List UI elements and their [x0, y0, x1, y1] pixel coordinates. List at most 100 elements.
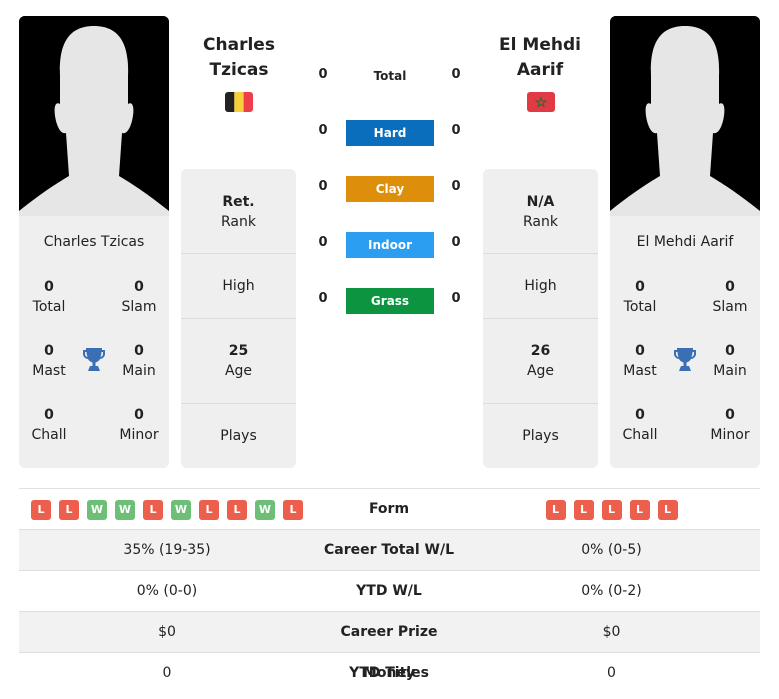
table-row: 35% (19-35) Career Total W/L 0% (0-5) [19, 530, 760, 571]
stat-value: 0 [635, 279, 645, 295]
player1-form-badges: LLWWLWLLWL [19, 489, 315, 530]
stat-label: Total [623, 299, 657, 315]
form-badge-loss: L [629, 499, 650, 520]
stat-label: Total [32, 299, 66, 315]
form-badge-loss: L [143, 499, 163, 520]
player2-name-line2: Aarif [516, 60, 564, 80]
surface-indoor[interactable]: Indoor [346, 232, 434, 258]
player2-stat-minor: 0 Minor [700, 405, 760, 445]
player1-stat-mast: 0 Mast [19, 341, 79, 381]
player2-stat-chall: 0 Chall [610, 405, 670, 445]
stat-value: 0 [134, 407, 144, 423]
stat-label: Mast [623, 363, 657, 379]
table-row: 0 YTD Titles 0 [19, 653, 760, 694]
h2h-total-label: Total [373, 69, 407, 83]
player2-value: 0% (0-2) [581, 583, 642, 599]
silhouette-icon [610, 16, 760, 216]
form-badge-loss: L [31, 499, 51, 520]
divider [483, 253, 598, 254]
form-badge-loss: L [657, 499, 678, 520]
form-badge-loss: L [227, 499, 247, 520]
player1-rank: Ret. Rank [181, 192, 296, 232]
row-label: YTD W/L [356, 583, 422, 599]
table-row: 0% (0-0) YTD W/L 0% (0-2) [19, 571, 760, 612]
stat-value: 0 [44, 407, 54, 423]
stat-label: Minor [710, 427, 750, 443]
age-label: Age [224, 363, 253, 379]
player1-value: 35% (19-35) [123, 542, 211, 558]
h2h-grass-p2: 0 [451, 291, 461, 306]
player2-plays: Plays [483, 426, 598, 446]
player2-name-line1: El Mehdi [499, 35, 581, 55]
stat-label: Main [713, 363, 747, 379]
surface-hard[interactable]: Hard [346, 120, 434, 146]
comparison-table: LLWWLWLLWL Form LLLLL 35% (19-35) Career… [19, 488, 760, 694]
trophy-icon [82, 347, 106, 373]
player1-name[interactable]: Charles Tzicas [179, 33, 299, 83]
stat-label: Main [122, 363, 156, 379]
player2-high: High [483, 276, 598, 296]
age-label: Age [526, 363, 555, 379]
stat-label: Slam [121, 299, 157, 315]
divider [483, 318, 598, 319]
form-row: LLWWLWLLWL Form LLLLL [19, 489, 760, 530]
stat-value: 0 [134, 343, 144, 359]
h2h-total-p1: 0 [318, 67, 328, 82]
player1-name-line1: Charles [203, 35, 275, 55]
h2h-clay-p2: 0 [451, 179, 461, 194]
plays-label: Plays [522, 428, 559, 444]
player1-card: Charles Tzicas 0 Total 0 Slam 0 Mast 0 M… [19, 216, 169, 468]
h2h-total-p2: 0 [451, 67, 461, 82]
divider [181, 318, 296, 319]
divider [181, 403, 296, 404]
h2h-clay-p1: 0 [318, 179, 328, 194]
rank-label: Rank [523, 214, 558, 230]
player2-form-badges: LLLLL [463, 489, 760, 530]
form-badge-loss: L [59, 499, 79, 520]
form-label: Form [368, 501, 410, 517]
player1-value: 0 [162, 665, 172, 681]
h2h-grass-p1: 0 [318, 291, 328, 306]
player1-stat-chall: 0 Chall [19, 405, 79, 445]
h2h-hard-p1: 0 [318, 123, 328, 138]
stat-value: 0 [725, 343, 735, 359]
surface-clay[interactable]: Clay [346, 176, 434, 202]
stat-value: 0 [134, 279, 144, 295]
surface-grass[interactable]: Grass [346, 288, 434, 314]
divider [181, 253, 296, 254]
stat-value: 0 [635, 343, 645, 359]
table-row: $0 Career Prize Money $0 [19, 612, 760, 681]
divider [483, 403, 598, 404]
h2h-indoor-p2: 0 [451, 235, 461, 250]
stat-value: 0 [44, 343, 54, 359]
age-value: 25 [228, 343, 249, 359]
player2-rank: N/A Rank [483, 192, 598, 232]
belgium-flag-icon [225, 92, 253, 112]
stat-label: Slam [712, 299, 748, 315]
player2-card-name: El Mehdi Aarif [636, 234, 734, 250]
stat-label: Chall [31, 427, 67, 443]
player1-name-line2: Tzicas [209, 60, 269, 80]
form-badge-win: W [87, 499, 107, 520]
form-badge-loss: L [283, 499, 303, 520]
stat-label: Chall [622, 427, 658, 443]
player2-stat-slam: 0 Slam [700, 277, 760, 317]
player2-stat-main: 0 Main [700, 341, 760, 381]
form-badge-loss: L [545, 499, 566, 520]
player2-form: LLLLL [463, 489, 760, 530]
player1-age: 25 Age [181, 341, 296, 381]
player1-value: $0 [158, 624, 176, 640]
player2-value: 0 [607, 665, 616, 681]
player1-value: 0% (0-0) [136, 583, 198, 599]
high-label: High [222, 278, 255, 294]
player2-card: El Mehdi Aarif 0 Total 0 Slam 0 Mast 0 M… [610, 216, 760, 468]
player1-stat-slam: 0 Slam [109, 277, 169, 317]
rank-value: Ret. [222, 194, 255, 210]
player1-high: High [181, 276, 296, 296]
player2-value: 0% (0-5) [581, 542, 642, 558]
trophy-icon [673, 347, 697, 373]
stat-value: 0 [725, 279, 735, 295]
player1-form: LLWWLWLLWL [19, 489, 315, 530]
player2-name[interactable]: El Mehdi Aarif [480, 33, 600, 83]
silhouette-icon [19, 16, 169, 216]
